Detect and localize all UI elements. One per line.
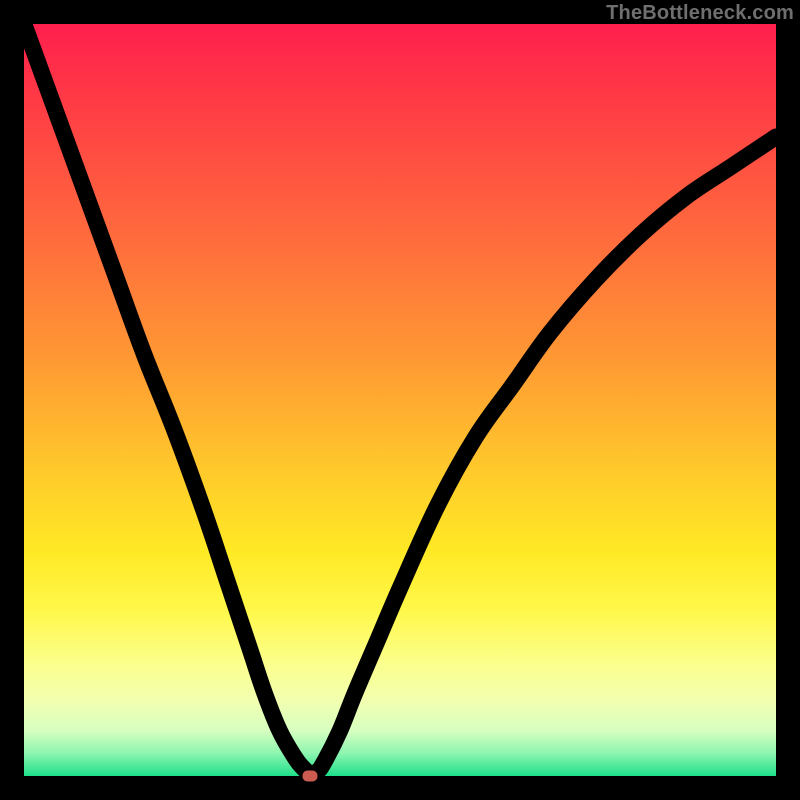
watermark-text: TheBottleneck.com: [606, 2, 794, 25]
minimum-marker: [302, 771, 317, 782]
bottleneck-curve: [24, 24, 776, 776]
curve-path: [24, 24, 776, 773]
chart-frame: [24, 24, 776, 776]
